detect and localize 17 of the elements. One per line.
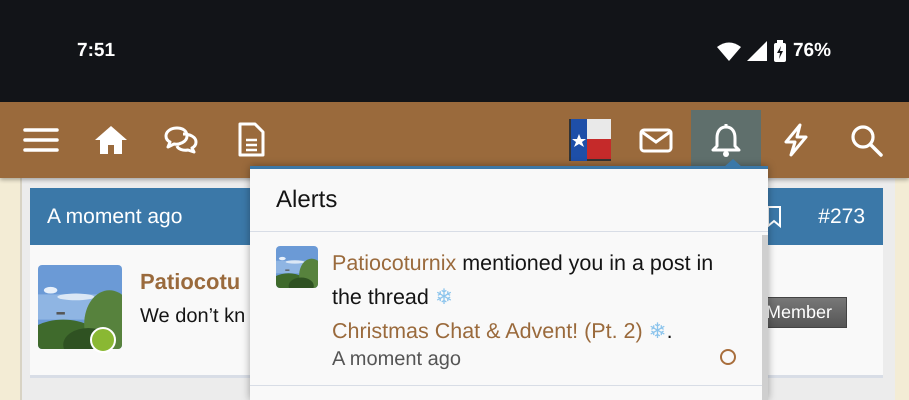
clock-time: 7:51 — [77, 40, 116, 62]
post-text: We don’t kn — [140, 305, 246, 328]
flag-icon — [569, 119, 611, 161]
alert-item[interactable]: Patiocoturnix mentioned you in a post in the thread ❄ Christmas Chat & Advent! (Pt. 2) ❄. A moment ago — [250, 232, 762, 386]
alert-time: A moment ago — [332, 348, 462, 371]
user-link[interactable]: Patiocoturnix — [332, 251, 456, 275]
wifi-icon — [716, 41, 741, 61]
thread-link[interactable]: Christmas Chat & Advent! (Pt. 2) — [332, 319, 643, 343]
battery-icon — [772, 40, 787, 62]
alert-text: Patiocoturnix mentioned you in a post in the thread ❄ Christmas Chat & Advent! (Pt. 2) ❄. — [332, 250, 714, 345]
unread-marker[interactable] — [720, 349, 736, 365]
post-time: A moment ago — [47, 204, 182, 228]
signal-icon — [746, 41, 767, 61]
post-number[interactable]: #273 — [818, 204, 865, 228]
popup-title: Alerts — [276, 186, 338, 214]
battery-percent: 76% — [792, 40, 831, 62]
bookmark-icon[interactable] — [766, 206, 782, 228]
